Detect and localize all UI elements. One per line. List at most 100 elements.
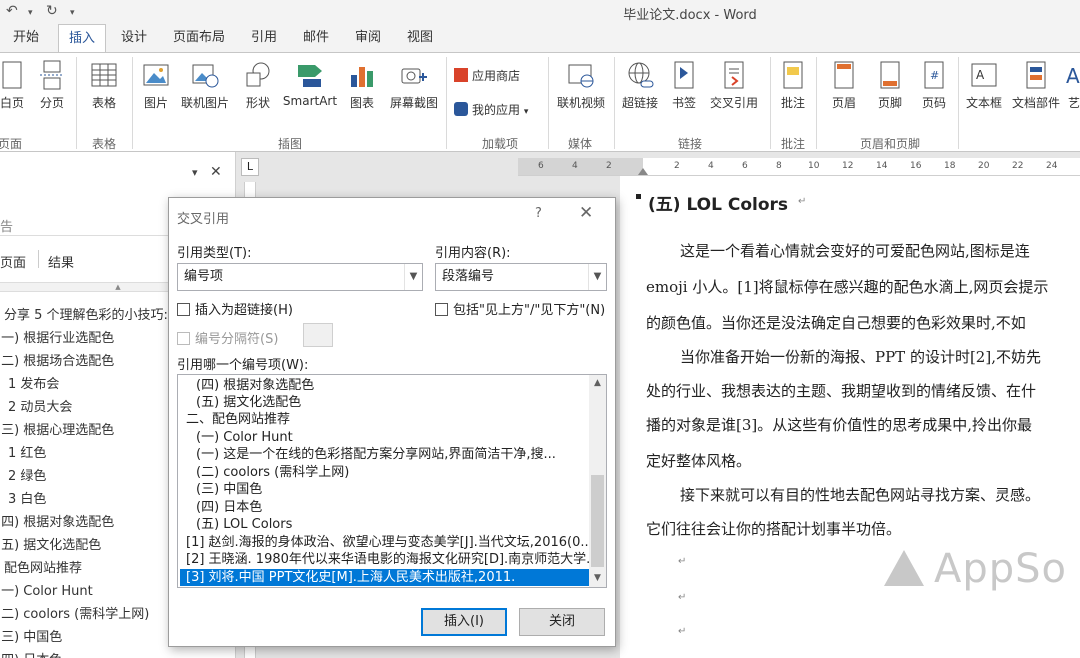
- footer-icon: [880, 61, 900, 89]
- comment-button[interactable]: 批注: [774, 59, 812, 111]
- list-item[interactable]: (一) Color Hunt: [180, 429, 590, 446]
- tab-mailings[interactable]: 邮件: [294, 24, 338, 52]
- doc-line: 它们往往会让你的搭配计划事半功倍。: [646, 520, 902, 538]
- blank-page-button[interactable]: 白页: [0, 59, 32, 111]
- header-button[interactable]: 页眉: [822, 59, 866, 111]
- footer-button[interactable]: 页脚: [868, 59, 912, 111]
- wordart-label: 艺: [1067, 96, 1080, 110]
- insert-hyperlink-checkbox[interactable]: 插入为超链接(H): [177, 299, 293, 318]
- scroll-up-icon[interactable]: ▲: [589, 375, 606, 392]
- tab-design[interactable]: 设计: [112, 24, 156, 52]
- horizontal-ruler[interactable]: 6 4 2 2 4 6 8 10 12 14 16 18 20 22 24: [518, 158, 1080, 176]
- ruler-tick: 10: [808, 161, 820, 171]
- nav-heading[interactable]: 3 白色: [8, 488, 46, 507]
- nav-heading[interactable]: (五) 据文化选配色: [0, 534, 101, 553]
- ref-type-select[interactable]: 编号项 ▼: [177, 263, 423, 291]
- list-item-selected[interactable]: [3] 刘将.中国 PPT文化史[M].上海人民美术出版社,2011.: [180, 569, 590, 586]
- nav-heading[interactable]: 1 红色: [8, 442, 46, 461]
- list-item[interactable]: (四) 根据对象选配色: [180, 377, 590, 394]
- chart-button[interactable]: 图表: [344, 59, 380, 111]
- group-separator: [816, 57, 817, 149]
- heading-bullet: [636, 194, 641, 199]
- list-item[interactable]: (一) 这是一个在线的色彩搭配方案分享网站,界面简洁干净,搜...: [180, 446, 590, 463]
- list-item[interactable]: [1] 赵剑.海报的身体政治、欲望心理与变态美学[J].当代文坛,2016(0.…: [180, 534, 590, 551]
- shapes-button[interactable]: 形状: [238, 59, 278, 111]
- cross-reference-button[interactable]: 交叉引用: [704, 59, 764, 111]
- tab-references[interactable]: 引用: [242, 24, 286, 52]
- online-pictures-icon: [192, 64, 219, 88]
- nav-heading[interactable]: (二) coolors (需科学上网): [0, 603, 149, 622]
- tab-selector[interactable]: L: [241, 158, 259, 176]
- textbox-button[interactable]: A 文本框: [962, 59, 1006, 111]
- include-above-below-checkbox[interactable]: 包括"见上方"/"见下方"(N): [435, 299, 605, 318]
- quick-parts-button[interactable]: 文档部件: [1008, 59, 1064, 111]
- doc-line: 播的对象是谁[3]。从这些有价值性的思考成果中,拎出你最: [646, 416, 1033, 434]
- nav-heading[interactable]: (四) 根据对象选配色: [0, 511, 114, 530]
- picture-button[interactable]: 图片: [136, 59, 176, 111]
- nav-heading[interactable]: 配色网站推荐: [4, 557, 82, 576]
- numbered-items-list[interactable]: (四) 根据对象选配色 (五) 据文化选配色 二、配色网站推荐 (一) Colo…: [177, 374, 607, 588]
- nav-heading[interactable]: 2 绿色: [8, 465, 46, 484]
- ruler-tick: 6: [538, 161, 544, 171]
- nav-heading[interactable]: 分享 5 个理解色彩的小技巧:: [4, 304, 168, 323]
- group-separator: [614, 57, 615, 149]
- list-item[interactable]: (三) 中国色: [180, 481, 590, 498]
- nav-search-text: 告: [0, 220, 14, 235]
- pane-options-icon[interactable]: ▾: [192, 166, 198, 179]
- page-number-button[interactable]: # 页码: [914, 59, 954, 111]
- list-item[interactable]: (四) 日本色: [180, 499, 590, 516]
- nav-heading[interactable]: (三) 中国色: [0, 626, 62, 645]
- page-break-label: 分页: [39, 96, 64, 110]
- page-number-icon: #: [924, 61, 944, 89]
- list-item[interactable]: [2] 王晓涵. 1980年代以来华语电影的海报文化研究[D].南京师范大学..…: [180, 551, 590, 568]
- scroll-down-icon[interactable]: ▼: [589, 570, 606, 587]
- list-item[interactable]: (五) LOL Colors: [180, 516, 590, 533]
- tab-view[interactable]: 视图: [398, 24, 442, 52]
- nav-heading[interactable]: 1 发布会: [8, 373, 59, 392]
- online-pictures-button[interactable]: 联机图片: [178, 59, 232, 111]
- list-item[interactable]: (二) coolors (需科学上网): [180, 464, 590, 481]
- list-item[interactable]: (五) 据文化选配色: [180, 394, 590, 411]
- help-button[interactable]: ?: [535, 206, 542, 221]
- group-separator: [958, 57, 959, 149]
- nav-heading[interactable]: 2 动员大会: [8, 396, 72, 415]
- nav-heading[interactable]: (一) Color Hunt: [0, 580, 93, 599]
- smartart-button[interactable]: SmartArt: [280, 59, 340, 108]
- tab-insert[interactable]: 插入: [58, 24, 106, 53]
- store-button[interactable]: 应用商店: [454, 67, 520, 84]
- tab-home[interactable]: 开始: [0, 24, 52, 52]
- list-item[interactable]: 二、配色网站推荐: [180, 411, 590, 428]
- hyperlink-button[interactable]: 超链接: [618, 59, 662, 111]
- bookmark-button[interactable]: 书签: [666, 59, 702, 111]
- table-button[interactable]: 表格: [82, 59, 126, 111]
- nav-heading[interactable]: (四) 日本色: [0, 649, 62, 658]
- tab-layout[interactable]: 页面布局: [164, 24, 234, 52]
- nav-heading[interactable]: (三) 根据心理选配色: [0, 419, 114, 438]
- nav-heading[interactable]: (二) 根据场合选配色: [0, 350, 114, 369]
- wordart-button[interactable]: A 艺: [1064, 59, 1080, 111]
- page-break-button[interactable]: 分页: [32, 59, 72, 111]
- group-links-label: 链接: [677, 137, 702, 151]
- screenshot-button[interactable]: 屏幕截图: [384, 59, 444, 111]
- nav-tab-results[interactable]: 结果: [48, 252, 74, 271]
- pane-close-icon[interactable]: ✕: [210, 164, 222, 180]
- insert-button[interactable]: 插入(I): [421, 608, 507, 636]
- ref-content-select[interactable]: 段落编号 ▼: [435, 263, 607, 291]
- ruler-indent-marker[interactable]: [638, 168, 648, 175]
- tab-review[interactable]: 审阅: [346, 24, 390, 52]
- nav-heading[interactable]: (一) 根据行业选配色: [0, 327, 114, 346]
- screenshot-label: 屏幕截图: [389, 96, 438, 110]
- cross-reference-dialog: 交叉引用 ? ✕ 引用类型(T): 编号项 ▼ 引用内容(R): 段落编号 ▼ …: [168, 197, 616, 647]
- dialog-close-icon[interactable]: ✕: [579, 203, 593, 223]
- group-media-label: 媒体: [567, 137, 592, 151]
- list-scrollbar[interactable]: ▲ ▼: [589, 375, 606, 587]
- my-apps-button[interactable]: 我的应用 ▾: [454, 101, 528, 118]
- online-video-button[interactable]: 联机视频: [552, 59, 610, 111]
- scroll-thumb[interactable]: [591, 475, 604, 567]
- nav-tab-pages[interactable]: 页面: [0, 252, 26, 271]
- para-mark: ↵: [798, 196, 807, 207]
- online-video-icon: [568, 64, 594, 88]
- header-icon: [834, 61, 854, 89]
- group-comments-label: 批注: [780, 137, 805, 151]
- close-button[interactable]: 关闭: [519, 608, 605, 636]
